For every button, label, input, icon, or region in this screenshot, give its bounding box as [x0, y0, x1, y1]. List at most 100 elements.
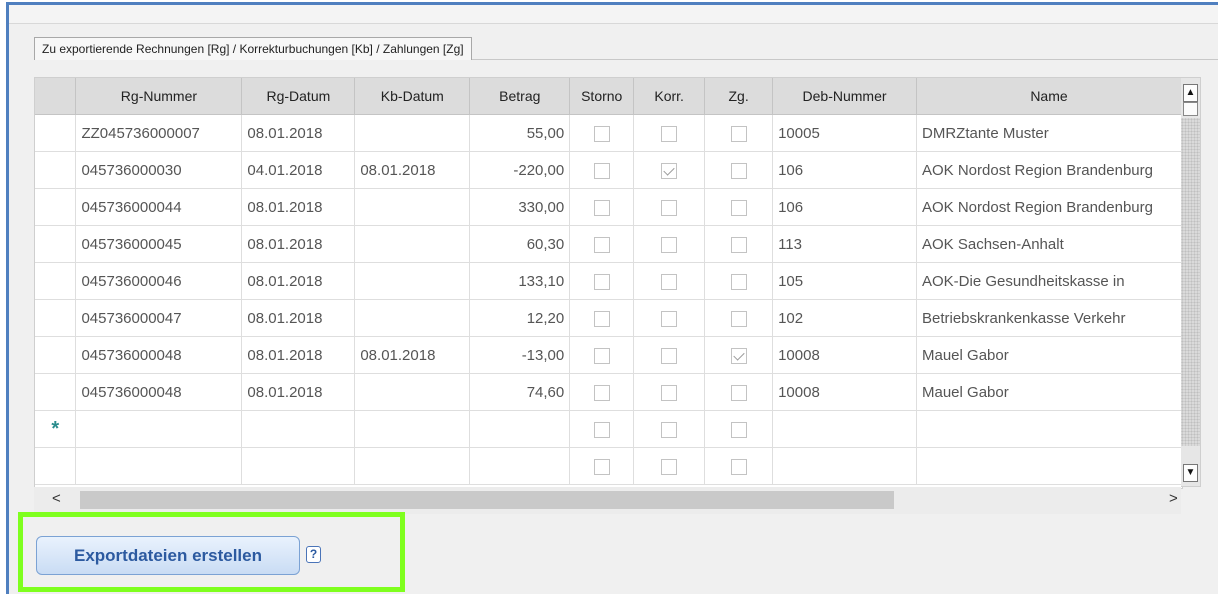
cell-rg-nummer[interactable] — [75, 447, 243, 485]
cell-name[interactable]: Betriebskrankenkasse Verkehr — [916, 299, 1182, 337]
table-row[interactable]: 045736000045 08.01.2018 60,30 113 AOK Sachse… — [35, 225, 1182, 263]
cell-deb-nummer[interactable]: 102 — [772, 299, 917, 337]
cell-betrag[interactable]: -13,00 — [469, 336, 571, 374]
cell-name[interactable] — [916, 410, 1182, 448]
row-indicator[interactable] — [35, 188, 77, 226]
cell-deb-nummer[interactable]: 106 — [772, 188, 917, 226]
cell-kb-datum[interactable]: 08.01.2018 — [354, 336, 471, 374]
cell-deb-nummer[interactable]: 105 — [772, 262, 917, 300]
column-header-rg-datum[interactable]: Rg-Datum — [241, 78, 356, 115]
cell-name[interactable]: Mauel Gabor — [916, 373, 1182, 411]
cell-rg-nummer[interactable]: ZZ045736000007 — [75, 114, 243, 152]
cell-rg-nummer[interactable]: 045736000047 — [75, 299, 243, 337]
cell-betrag[interactable]: 133,10 — [469, 262, 571, 300]
column-header-kb-datum[interactable]: Kb-Datum — [354, 78, 471, 115]
cell-rg-datum[interactable]: 08.01.2018 — [241, 336, 356, 374]
row-indicator[interactable] — [35, 336, 77, 374]
zg-checkbox[interactable] — [730, 162, 747, 179]
korr-checkbox[interactable] — [661, 421, 678, 438]
cell-name[interactable]: Mauel Gabor — [916, 336, 1182, 374]
cell-betrag[interactable]: 330,00 — [469, 188, 571, 226]
cell-deb-nummer[interactable]: 10008 — [772, 336, 917, 374]
korr-checkbox[interactable] — [661, 273, 678, 290]
row-indicator[interactable] — [35, 299, 77, 337]
storno-checkbox[interactable] — [593, 458, 610, 475]
column-header-zg[interactable]: Zg. — [704, 78, 774, 115]
zg-checkbox[interactable] — [730, 199, 747, 216]
table-row[interactable]: ZZ045736000007 08.01.2018 55,00 10005 DMRZta… — [35, 114, 1182, 152]
scroll-left-icon[interactable]: < — [52, 490, 61, 507]
table-row[interactable]: 045736000048 08.01.2018 08.01.2018 -13,00 10… — [35, 336, 1182, 374]
cell-rg-datum[interactable]: 08.01.2018 — [241, 114, 356, 152]
cell-betrag[interactable] — [469, 447, 571, 485]
storno-checkbox[interactable] — [593, 347, 610, 364]
korr-checkbox[interactable] — [661, 162, 678, 179]
row-indicator[interactable] — [35, 114, 77, 152]
cell-rg-nummer[interactable]: 045736000048 — [75, 336, 243, 374]
storno-checkbox[interactable] — [593, 162, 610, 179]
scrollbar-track[interactable] — [1181, 118, 1200, 446]
cell-kb-datum[interactable] — [354, 373, 471, 411]
cell-deb-nummer[interactable]: 113 — [772, 225, 917, 263]
cell-betrag[interactable]: 74,60 — [469, 373, 571, 411]
zg-checkbox[interactable] — [730, 421, 747, 438]
korr-checkbox[interactable] — [661, 310, 678, 327]
korr-checkbox[interactable] — [661, 236, 678, 253]
cell-rg-datum[interactable]: 04.01.2018 — [241, 151, 356, 189]
cell-deb-nummer[interactable] — [772, 447, 917, 485]
cell-kb-datum[interactable]: 08.01.2018 — [354, 151, 471, 189]
scroll-up-icon[interactable]: ▲ — [1183, 84, 1198, 102]
storno-checkbox[interactable] — [593, 199, 610, 216]
cell-name[interactable]: AOK-Die Gesundheitskasse in — [916, 262, 1182, 300]
table-row[interactable]: 045736000047 08.01.2018 12,20 102 Betriebskr… — [35, 299, 1182, 337]
zg-checkbox[interactable] — [730, 273, 747, 290]
table-row[interactable]: 045736000030 04.01.2018 08.01.2018 -220,00 1… — [35, 151, 1182, 189]
cell-kb-datum[interactable] — [354, 262, 471, 300]
zg-checkbox[interactable] — [730, 125, 747, 142]
cell-rg-nummer[interactable]: 045736000046 — [75, 262, 243, 300]
korr-checkbox[interactable] — [661, 384, 678, 401]
cell-rg-nummer[interactable]: 045736000044 — [75, 188, 243, 226]
scroll-right-icon[interactable]: > — [1169, 490, 1178, 507]
export-files-button[interactable]: Exportdateien erstellen — [36, 536, 300, 575]
cell-rg-datum[interactable]: 08.01.2018 — [241, 373, 356, 411]
korr-checkbox[interactable] — [661, 347, 678, 364]
row-indicator[interactable] — [35, 225, 77, 263]
cell-name[interactable]: AOK Nordost Region Brandenburg — [916, 151, 1182, 189]
korr-checkbox[interactable] — [661, 458, 678, 475]
cell-name[interactable]: DMRZtante Muster — [916, 114, 1182, 152]
cell-rg-datum[interactable] — [241, 447, 356, 485]
zg-checkbox[interactable] — [730, 384, 747, 401]
horizontal-scrollbar-thumb[interactable] — [80, 491, 894, 509]
cell-name[interactable]: AOK Sachsen-Anhalt — [916, 225, 1182, 263]
cell-betrag[interactable]: 12,20 — [469, 299, 571, 337]
korr-checkbox[interactable] — [661, 199, 678, 216]
column-header-storno[interactable]: Storno — [569, 78, 635, 115]
row-indicator[interactable]: * — [35, 410, 77, 448]
cell-deb-nummer[interactable]: 106 — [772, 151, 917, 189]
cell-betrag[interactable] — [469, 410, 571, 448]
column-header-deb-nummer[interactable]: Deb-Nummer — [772, 78, 917, 115]
cell-rg-datum[interactable]: 08.01.2018 — [241, 262, 356, 300]
cell-rg-datum[interactable]: 08.01.2018 — [241, 299, 356, 337]
cell-kb-datum[interactable] — [354, 188, 471, 226]
cell-rg-datum[interactable]: 08.01.2018 — [241, 188, 356, 226]
column-header-betrag[interactable]: Betrag — [469, 78, 571, 115]
korr-checkbox[interactable] — [661, 125, 678, 142]
row-indicator[interactable] — [35, 151, 77, 189]
zg-checkbox[interactable] — [730, 347, 747, 364]
cell-deb-nummer[interactable]: 10005 — [772, 114, 917, 152]
row-indicator[interactable] — [35, 373, 77, 411]
new-row[interactable]: * — [35, 410, 1182, 448]
cell-kb-datum[interactable] — [354, 299, 471, 337]
row-indicator[interactable] — [35, 447, 77, 485]
cell-rg-nummer[interactable]: 045736000048 — [75, 373, 243, 411]
cell-rg-datum[interactable]: 08.01.2018 — [241, 225, 356, 263]
vertical-scrollbar[interactable]: ▲ ▼ — [1181, 77, 1201, 487]
table-row[interactable]: 045736000046 08.01.2018 133,10 105 AOK-Die G… — [35, 262, 1182, 300]
scroll-down-icon[interactable]: ▼ — [1183, 464, 1198, 482]
storno-checkbox[interactable] — [593, 384, 610, 401]
cell-rg-datum[interactable] — [241, 410, 356, 448]
cell-kb-datum[interactable] — [354, 447, 471, 485]
storno-checkbox[interactable] — [593, 273, 610, 290]
